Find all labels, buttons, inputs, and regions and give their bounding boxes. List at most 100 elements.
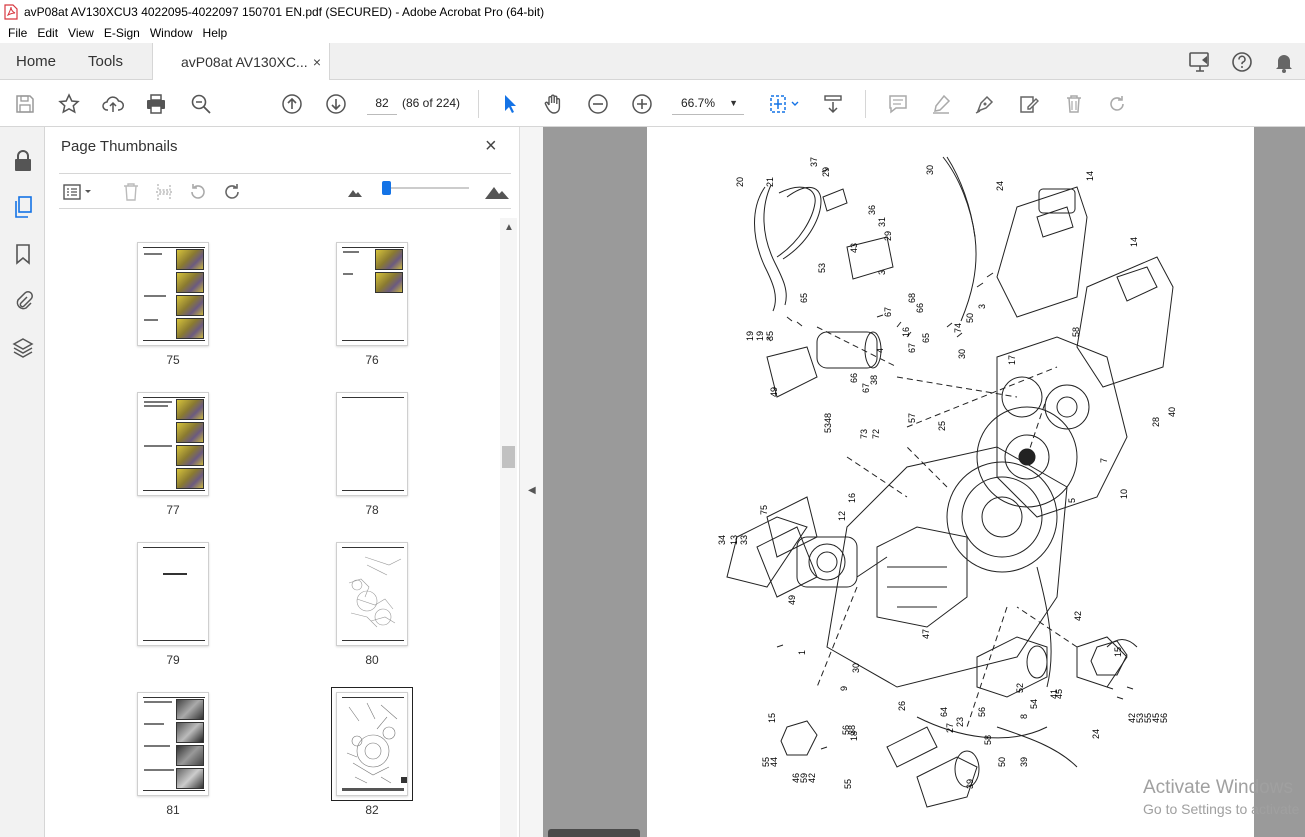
save-icon[interactable]	[12, 91, 38, 117]
menu-file[interactable]: File	[3, 26, 32, 40]
redo-icon[interactable]	[1104, 91, 1130, 117]
part-number-callout: 9	[839, 686, 849, 691]
part-number-callout: 53	[817, 263, 827, 273]
exploded-parts-diagram: 37292120302414143631294353 36866676519 19 3…	[717, 156, 1177, 808]
help-icon[interactable]	[1221, 43, 1263, 80]
tab-bar: Home Tools avP08at AV130XC... ×	[0, 43, 1305, 81]
title-bar: avP08at AV130XCU3 4022095-4022097 150701…	[0, 0, 1305, 23]
collapse-panel-arrow-icon[interactable]: ◀	[528, 485, 536, 496]
menu-help[interactable]: Help	[198, 26, 233, 40]
delete-pages-icon[interactable]	[119, 180, 143, 204]
layers-icon[interactable]	[9, 333, 37, 361]
part-number-callout: 24	[1091, 729, 1101, 739]
page-thumbnail-selected[interactable]	[331, 687, 413, 801]
part-number-callout: 27	[945, 723, 955, 733]
print-icon[interactable]	[143, 91, 169, 117]
part-number-callout: 19	[755, 331, 765, 341]
thumbnail-scrollbar[interactable]: ▲	[500, 218, 517, 837]
rotate-clockwise-icon[interactable]	[220, 180, 244, 204]
close-panel-icon[interactable]: ×	[485, 135, 497, 158]
part-number-callout: 45	[1054, 689, 1064, 699]
thumbnail-size-slider[interactable]	[382, 181, 391, 195]
attachments-paperclip-icon[interactable]	[9, 286, 37, 314]
fit-page-icon[interactable]	[766, 91, 802, 117]
part-number-callout: 31	[877, 217, 887, 227]
part-number-callout: 47	[921, 629, 931, 639]
thumbnail-label: 77	[166, 503, 180, 517]
zoom-level-select[interactable]: 66.7% ▼	[672, 91, 744, 115]
tab-document[interactable]: avP08at AV130XC... ×	[152, 43, 330, 81]
activation-watermark-title: Activate Windows	[1143, 777, 1293, 798]
options-menu-icon[interactable]	[61, 180, 95, 204]
panel-title: Page Thumbnails	[61, 138, 178, 155]
part-number-callout: 39	[1019, 757, 1029, 767]
thumbnail-label: 80	[365, 653, 379, 667]
upload-cloud-icon[interactable]	[100, 91, 126, 117]
part-number-callout: 4	[875, 348, 885, 353]
part-number-callout: 40	[1167, 407, 1177, 417]
tab-tools[interactable]: Tools	[88, 43, 123, 80]
extract-pages-icon[interactable]	[152, 180, 176, 204]
previous-page-icon[interactable]	[279, 91, 305, 117]
page-thumbnail[interactable]	[336, 392, 408, 496]
scrollbar-thumb[interactable]	[502, 446, 515, 468]
part-number-callout: 19	[745, 331, 755, 341]
part-number-callout: 15	[767, 713, 777, 723]
rotate-counterclockwise-icon[interactable]	[186, 180, 210, 204]
tab-home[interactable]: Home	[16, 43, 56, 80]
delete-trash-icon[interactable]	[1061, 91, 1087, 117]
page-number-input[interactable]: 82	[367, 91, 397, 115]
part-number-callout: 50	[997, 757, 1007, 767]
part-number-callout: 50	[965, 313, 975, 323]
part-number-callout: 56	[977, 707, 987, 717]
select-cursor-icon[interactable]	[497, 91, 523, 117]
lock-icon[interactable]	[9, 147, 37, 175]
page-thumbnail[interactable]	[336, 242, 408, 346]
document-view[interactable]: 37 29 21 20 30 24 14 14 36 31 29 43 53 3 68 66 67 65 19 19 3…	[543, 127, 1305, 837]
part-number-callout: 35	[765, 331, 775, 341]
bookmarks-icon[interactable]	[9, 240, 37, 268]
zoom-in-icon[interactable]	[629, 91, 655, 117]
page-thumbnail[interactable]	[137, 242, 209, 346]
part-number-callout: 24	[995, 181, 1005, 191]
hand-tool-icon[interactable]	[541, 91, 567, 117]
scroll-up-arrow-icon[interactable]: ▲	[504, 222, 514, 233]
page-thumbnail[interactable]	[336, 542, 408, 646]
comment-icon[interactable]	[885, 91, 911, 117]
thumbnail-label: 81	[166, 803, 180, 817]
highlight-pen-icon[interactable]	[928, 91, 954, 117]
close-tab-icon[interactable]: ×	[313, 54, 321, 70]
page-count: (86 of 224)	[402, 96, 461, 110]
next-page-icon[interactable]	[323, 91, 349, 117]
menu-window[interactable]: Window	[145, 26, 198, 40]
part-number-callout: 29	[883, 231, 893, 241]
edit-document-icon[interactable]	[1016, 91, 1042, 117]
left-navigation-rail	[0, 127, 45, 837]
thumbnail-size-slider-track	[385, 187, 469, 189]
thumbnail-tools	[59, 173, 511, 209]
share-screen-icon[interactable]	[1179, 43, 1221, 80]
scroll-mode-icon[interactable]	[820, 91, 846, 117]
page-thumbnails-icon[interactable]	[9, 193, 37, 221]
part-number-callout: 36	[867, 205, 877, 215]
part-number-callout: 26	[897, 701, 907, 711]
menu-view[interactable]: View	[63, 26, 99, 40]
part-number-callout: 18	[849, 731, 859, 741]
part-number-callout: 68	[907, 293, 917, 303]
panel-splitter[interactable]: ◀	[519, 127, 543, 837]
notifications-bell-icon[interactable]	[1263, 43, 1305, 80]
toolbar-separator	[865, 90, 866, 118]
part-number-callout: 16	[901, 327, 911, 337]
zoom-out-icon[interactable]	[585, 91, 611, 117]
part-number-callout: 49	[769, 387, 779, 397]
small-mountain-icon	[343, 180, 367, 204]
page-thumbnail[interactable]	[137, 542, 209, 646]
zoom-search-icon[interactable]	[188, 91, 214, 117]
large-mountain-icon	[483, 180, 511, 204]
page-thumbnail[interactable]	[137, 692, 209, 796]
menu-edit[interactable]: Edit	[32, 26, 63, 40]
menu-esign[interactable]: E-Sign	[99, 26, 145, 40]
page-thumbnail[interactable]	[137, 392, 209, 496]
draw-pen-icon[interactable]	[972, 91, 998, 117]
bookmark-star-icon[interactable]	[56, 91, 82, 117]
